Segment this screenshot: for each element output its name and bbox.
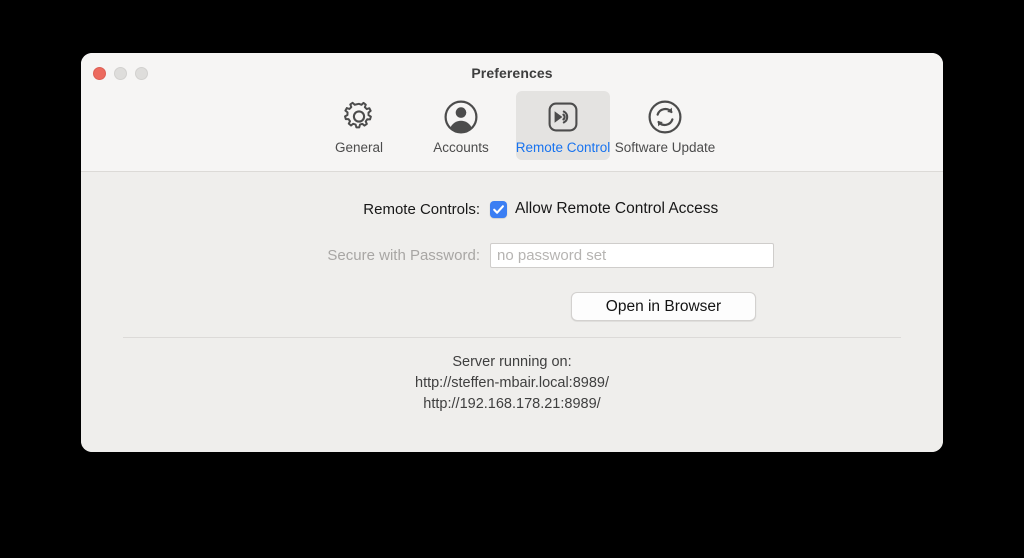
checkmark-icon xyxy=(493,204,504,214)
tab-software-update-label: Software Update xyxy=(614,140,716,155)
allow-remote-control-checkbox[interactable] xyxy=(490,200,507,218)
tab-remote-control[interactable]: Remote Control xyxy=(516,91,610,160)
allow-remote-control-checkbox-group[interactable]: Allow Remote Control Access xyxy=(490,200,718,218)
server-url-ip: http://192.168.178.21:8989/ xyxy=(423,396,601,412)
tab-remote-control-label: Remote Control xyxy=(515,140,611,155)
gear-icon xyxy=(339,97,379,137)
tab-general-label: General xyxy=(334,140,384,155)
server-running-heading: Server running on: xyxy=(452,354,572,370)
password-input[interactable]: no password set xyxy=(490,243,774,268)
allow-remote-control-label: Allow Remote Control Access xyxy=(515,200,719,217)
server-info: Server running on: http://steffen-mbair.… xyxy=(81,352,943,415)
tab-accounts[interactable]: Accounts xyxy=(414,91,508,160)
secure-password-label: Secure with Password: xyxy=(327,247,480,264)
remote-control-icon xyxy=(543,97,583,137)
preferences-toolbar: General Accounts Remote Control Software… xyxy=(81,91,943,160)
server-url-hostname: http://steffen-mbair.local:8989/ xyxy=(415,375,609,391)
tab-software-update[interactable]: Software Update xyxy=(615,91,715,160)
content-divider xyxy=(123,337,901,338)
window-titlebar: Preferences General Accounts Remote Cont… xyxy=(81,53,943,172)
secure-password-row: Secure with Password: no password set xyxy=(81,243,943,268)
tab-accounts-label: Accounts xyxy=(433,140,489,155)
open-in-browser-button[interactable]: Open in Browser xyxy=(571,292,756,321)
user-circle-icon xyxy=(441,97,481,137)
page-title: Preferences xyxy=(471,65,553,81)
preferences-window: Preferences General Accounts Remote Cont… xyxy=(81,53,943,452)
remote-controls-row: Remote Controls: Allow Remote Control Ac… xyxy=(81,200,943,218)
remote-controls-label: Remote Controls: xyxy=(363,200,480,218)
refresh-circle-icon xyxy=(645,97,685,137)
preferences-content: Remote Controls: Allow Remote Control Ac… xyxy=(81,172,943,452)
tab-general[interactable]: General xyxy=(312,91,406,160)
